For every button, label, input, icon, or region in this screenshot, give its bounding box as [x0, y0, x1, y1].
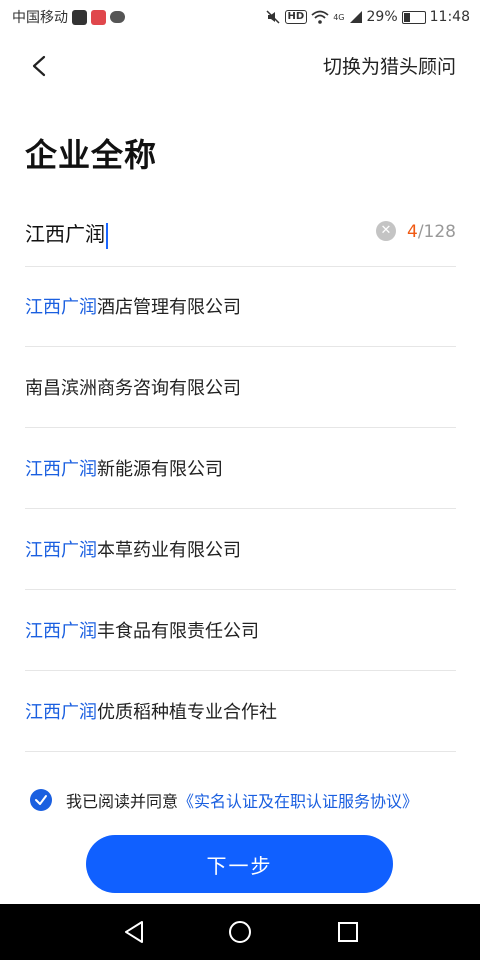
nav-home-icon[interactable]: [226, 918, 254, 946]
suggestion-list: 江西广润 酒店管理有限公司 南昌滨洲商务咨询有限公司 江西广润 新能源有限公司 江西…: [25, 266, 456, 752]
app-notification-icon-red: [91, 9, 106, 25]
battery-percent: 29%: [366, 9, 398, 25]
suggestion-rest: 新能源有限公司: [97, 459, 223, 480]
signal-icon: [349, 11, 362, 23]
top-bar: 切换为猎头顾问: [0, 34, 480, 98]
switch-role-link[interactable]: 切换为猎头顾问: [323, 52, 456, 79]
hd-icon: HD: [284, 10, 308, 24]
system-nav-bar: [0, 904, 480, 960]
status-right: HD 4G 29% 11:48: [265, 9, 480, 25]
char-counter: 4/128: [407, 222, 456, 242]
nav-back-icon[interactable]: [120, 918, 148, 946]
input-text: 江西广润: [25, 222, 105, 246]
clear-input-button[interactable]: ✕: [376, 221, 396, 241]
chat-notification-icon: [110, 11, 125, 23]
suggestion-item[interactable]: 江西广润 本草药业有限公司: [25, 509, 456, 590]
suggestion-match: 江西广润: [25, 459, 97, 480]
suggestion-match: 江西广润: [25, 540, 97, 561]
suggestion-item[interactable]: 江西广润 优质稻种植专业合作社: [25, 671, 456, 752]
app-notification-icon: [72, 9, 87, 25]
suggestion-rest: 酒店管理有限公司: [97, 297, 241, 318]
suggestion-item[interactable]: 江西广润 酒店管理有限公司: [25, 266, 456, 347]
agreement-text: 我已阅读并同意: [66, 792, 179, 811]
suggestion-item[interactable]: 江西广润 新能源有限公司: [25, 428, 456, 509]
check-icon: [35, 795, 47, 805]
agreement-checkbox[interactable]: [30, 789, 52, 811]
nav-recents-icon[interactable]: [334, 918, 362, 946]
suggestion-rest: 南昌滨洲商务咨询有限公司: [25, 378, 241, 399]
clock: 11:48: [429, 9, 470, 25]
chevron-left-icon: [32, 55, 46, 77]
company-name-input[interactable]: 江西广润: [25, 218, 108, 249]
page-title: 企业全称: [25, 136, 158, 174]
close-icon: ✕: [380, 223, 392, 238]
suggestion-item[interactable]: 南昌滨洲商务咨询有限公司: [25, 347, 456, 428]
suggestion-rest: 丰食品有限责任公司: [97, 621, 259, 642]
carrier-name: 中国移动: [12, 10, 68, 26]
text-caret: [106, 222, 108, 249]
char-count-current: 4: [406, 222, 418, 242]
suggestion-rest: 优质稻种植专业合作社: [97, 702, 277, 723]
suggestion-rest: 本草药业有限公司: [97, 540, 241, 561]
char-count-max: /128: [417, 222, 456, 242]
suggestion-match: 江西广润: [25, 702, 97, 723]
agreement-row: 我已阅读并同意 《实名认证及在职认证服务协议》: [30, 788, 418, 812]
next-step-button[interactable]: 下一步: [86, 835, 393, 893]
suggestion-match: 江西广润: [25, 621, 97, 642]
status-left: 中国移动: [0, 7, 125, 27]
battery-icon: [401, 10, 426, 24]
status-bar: 中国移动 HD 4G 29% 11:48: [0, 0, 480, 34]
mute-icon: [266, 10, 280, 24]
network-type: 4G: [333, 12, 345, 22]
agreement-link[interactable]: 《实名认证及在职认证服务协议》: [178, 788, 418, 812]
wifi-icon: [311, 10, 329, 24]
suggestion-item[interactable]: 江西广润 丰食品有限责任公司: [25, 590, 456, 671]
back-button[interactable]: [22, 48, 58, 84]
company-name-field[interactable]: 江西广润 ✕ 4/128: [25, 208, 456, 267]
suggestion-match: 江西广润: [25, 297, 97, 318]
